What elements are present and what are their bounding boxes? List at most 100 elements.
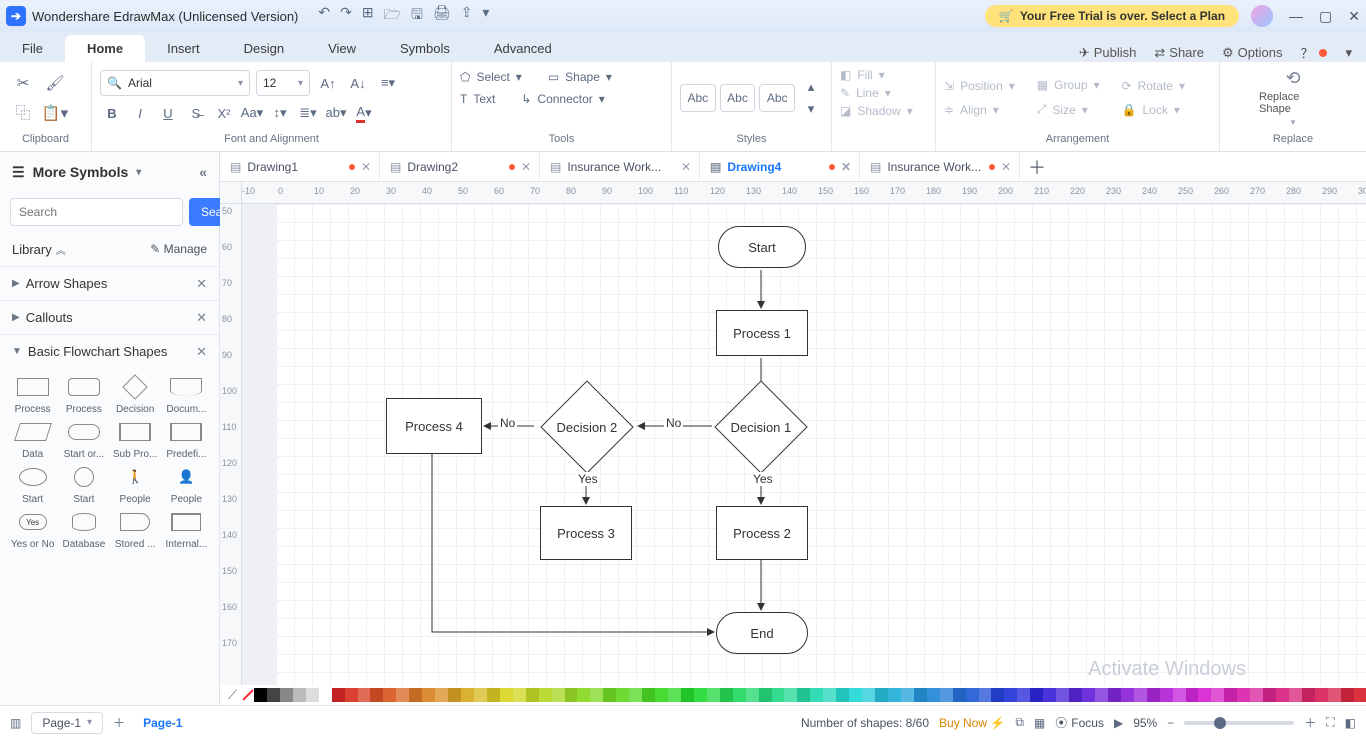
case-icon[interactable]: Aa▾ — [240, 102, 264, 124]
color-swatch[interactable] — [603, 688, 616, 702]
shape-database[interactable]: Database — [59, 509, 108, 550]
lock-button[interactable]: 🔒 Lock▾ — [1122, 103, 1185, 117]
user-avatar[interactable] — [1251, 5, 1273, 27]
color-swatch[interactable] — [513, 688, 526, 702]
toggle-panel-icon[interactable]: ◧ — [1345, 716, 1356, 730]
node-decision-1[interactable]: Decision 1 — [714, 380, 807, 473]
shape-decision[interactable]: Decision — [111, 374, 160, 415]
color-swatch[interactable] — [797, 688, 810, 702]
color-swatch[interactable] — [759, 688, 772, 702]
color-swatch[interactable] — [1160, 688, 1173, 702]
color-swatch[interactable] — [280, 688, 293, 702]
tab-file[interactable]: File — [0, 35, 65, 62]
color-swatch[interactable] — [500, 688, 513, 702]
color-swatch[interactable] — [694, 688, 707, 702]
superscript-icon[interactable]: X² — [212, 102, 236, 124]
color-swatch[interactable] — [1121, 688, 1134, 702]
shadow-button[interactable]: ◪ Shadow ▾ — [840, 104, 913, 118]
color-swatch[interactable] — [642, 688, 655, 702]
color-swatch[interactable] — [319, 688, 332, 702]
align-menu-icon[interactable]: ≡▾ — [376, 72, 400, 94]
layers-icon[interactable]: ⧉ — [1015, 715, 1024, 730]
symbol-search-input[interactable] — [10, 198, 183, 226]
replace-shape-button[interactable]: ⟲ Replace Shape ▾ — [1259, 68, 1327, 128]
focus-toggle[interactable]: ⦿ Focus — [1055, 714, 1104, 731]
print-icon[interactable]: 🖨 — [433, 4, 451, 28]
color-swatch[interactable] — [875, 688, 888, 702]
color-swatch[interactable] — [836, 688, 849, 702]
color-swatch[interactable] — [1250, 688, 1263, 702]
color-swatch[interactable] — [1173, 688, 1186, 702]
library-label[interactable]: Library — [12, 242, 52, 257]
rotate-button[interactable]: ⟳ Rotate▾ — [1122, 79, 1185, 93]
section-close-icon[interactable]: ✕ — [196, 310, 207, 326]
doc-tab[interactable]: ▤Drawing1✕ — [220, 152, 380, 182]
color-swatch[interactable] — [396, 688, 409, 702]
node-end[interactable]: End — [716, 612, 808, 654]
color-swatch[interactable] — [1004, 688, 1017, 702]
doc-tab[interactable]: ▤Insurance Work...✕ — [540, 152, 700, 182]
connector-tool[interactable]: ↳ Connector ▾ — [521, 92, 604, 106]
style-preset-3[interactable]: Abc — [759, 84, 795, 112]
color-swatch[interactable] — [1328, 688, 1341, 702]
color-swatch[interactable] — [448, 688, 461, 702]
color-swatch[interactable] — [707, 688, 720, 702]
align-button[interactable]: ≑ Align▾ — [944, 103, 1015, 117]
presentation-icon[interactable]: ▦ — [1034, 716, 1045, 730]
color-swatch[interactable] — [358, 688, 371, 702]
color-swatch[interactable] — [629, 688, 642, 702]
style-preset-2[interactable]: Abc — [720, 84, 756, 112]
position-button[interactable]: ⇲ Position▾ — [944, 79, 1015, 93]
cut-icon[interactable]: ✂ — [8, 69, 38, 97]
color-swatch[interactable] — [552, 688, 565, 702]
export-icon[interactable]: ⇪ — [461, 4, 473, 28]
tab-design[interactable]: Design — [222, 35, 306, 62]
page-selector[interactable]: Page-1 ▾ — [31, 712, 103, 734]
color-swatch[interactable] — [332, 688, 345, 702]
color-swatch[interactable] — [435, 688, 448, 702]
tab-advanced[interactable]: Advanced — [472, 35, 574, 62]
color-swatch[interactable] — [539, 688, 552, 702]
color-swatch[interactable] — [991, 688, 1004, 702]
fit-page-icon[interactable]: ⛶ — [1326, 715, 1334, 730]
color-swatch[interactable] — [849, 688, 862, 702]
color-swatch[interactable] — [953, 688, 966, 702]
color-swatch[interactable] — [267, 688, 280, 702]
section-caret-icon[interactable]: ▶ — [12, 278, 20, 289]
section-caret-icon[interactable]: ▼ — [12, 346, 22, 357]
node-decision-2[interactable]: Decision 2 — [540, 380, 633, 473]
color-swatch[interactable] — [823, 688, 836, 702]
color-swatch[interactable] — [370, 688, 383, 702]
open-icon[interactable]: 🗁 — [384, 4, 401, 28]
panel-collapse-icon[interactable]: « — [199, 164, 207, 180]
color-swatch[interactable] — [888, 688, 901, 702]
more-symbols-heading[interactable]: More Symbols — [33, 164, 129, 180]
shape-tool[interactable]: ▭ Shape ▾ — [548, 70, 612, 84]
shape-terminator[interactable]: Start or... — [59, 419, 108, 460]
save-icon[interactable]: 🖫 — [411, 4, 423, 28]
tab-home[interactable]: Home — [65, 35, 145, 62]
color-swatch[interactable] — [616, 688, 629, 702]
group-button[interactable]: ▦ Group▾ — [1037, 78, 1100, 92]
color-swatch[interactable] — [565, 688, 578, 702]
tab-view[interactable]: View — [306, 35, 378, 62]
shape-document[interactable]: Docum... — [162, 374, 211, 415]
color-swatch[interactable] — [940, 688, 953, 702]
node-process-3[interactable]: Process 3 — [540, 506, 632, 560]
color-swatch[interactable] — [1198, 688, 1211, 702]
color-swatch[interactable] — [668, 688, 681, 702]
node-start[interactable]: Start — [718, 226, 806, 268]
select-tool[interactable]: ⬠ Select ▾ — [460, 70, 522, 84]
strike-icon[interactable]: S̶ — [184, 102, 208, 124]
color-swatch[interactable] — [810, 688, 823, 702]
color-swatch[interactable] — [927, 688, 940, 702]
doc-tab[interactable]: ▤Drawing4✕ — [700, 152, 860, 182]
new-icon[interactable]: ⊞ — [362, 4, 374, 28]
section-callouts[interactable]: Callouts — [26, 310, 73, 325]
bullets-icon[interactable]: ≣▾ — [296, 102, 320, 124]
gallery-up-icon[interactable]: ▴ — [799, 76, 823, 98]
buy-now-link[interactable]: Buy Now ⚡ — [939, 716, 1005, 730]
undo-icon[interactable]: ↶ — [318, 4, 330, 28]
zoom-out-button[interactable]: − — [1167, 716, 1174, 730]
shrink-font-icon[interactable]: A↓ — [346, 72, 370, 94]
